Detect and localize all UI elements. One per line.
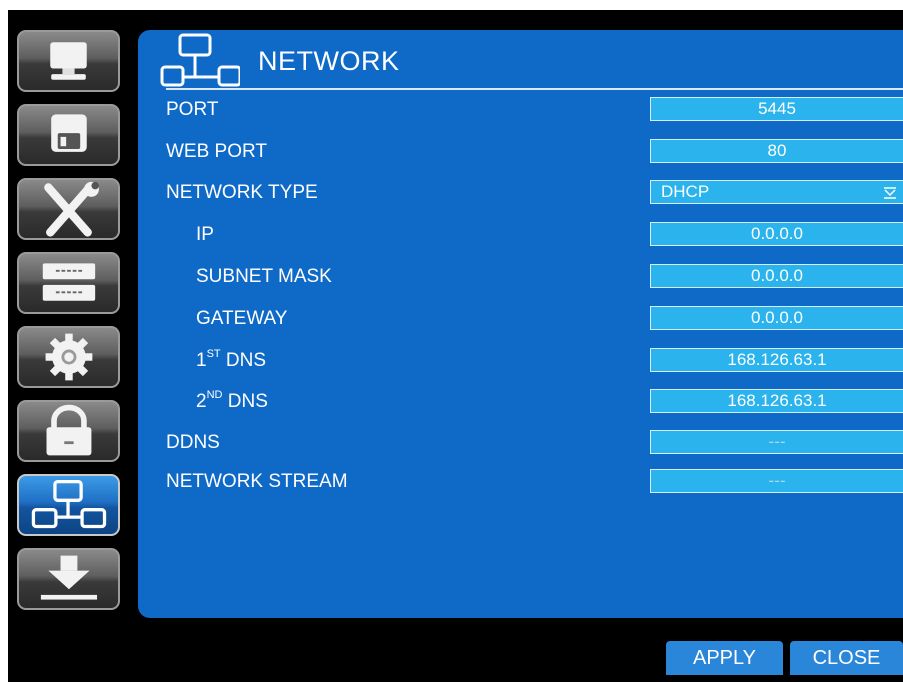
sidebar-item-backup[interactable] — [17, 548, 120, 610]
sidebar-item-security[interactable] — [17, 400, 120, 462]
tools-icon — [44, 181, 99, 237]
monitor-icon — [50, 42, 87, 80]
ip-field[interactable]: 0.0.0.0 — [650, 222, 903, 246]
sidebar-item-network[interactable] — [17, 474, 120, 536]
dns2-label: 2ND DNS — [196, 389, 268, 412]
apply-button[interactable]: APPLY — [666, 641, 783, 675]
network-type-label: NETWORK TYPE — [166, 182, 318, 203]
dns2-field[interactable]: 168.126.63.1 — [650, 389, 903, 413]
lock-icon — [46, 404, 92, 456]
subnet-mask-label: SUBNET MASK — [196, 266, 332, 287]
network-type-select[interactable]: DHCP — [650, 180, 903, 204]
close-button[interactable]: CLOSE — [790, 641, 903, 675]
sidebar-item-system[interactable] — [17, 326, 120, 388]
web-port-label: WEB PORT — [166, 141, 267, 162]
subnet-mask-field[interactable]: 0.0.0.0 — [650, 264, 903, 288]
network-settings-panel: NETWORK PORT 5445 WEB PORT 80 NETWORK TY… — [138, 30, 903, 618]
network-icon — [160, 33, 240, 87]
web-port-field[interactable]: 80 — [650, 139, 903, 163]
ddns-field[interactable]: --- — [650, 430, 903, 454]
port-field[interactable]: 5445 — [650, 97, 903, 121]
sidebar-item-devices[interactable] — [17, 178, 120, 240]
network-icon — [31, 479, 107, 529]
network-stream-field[interactable]: --- — [650, 469, 903, 493]
sidebar-item-storage[interactable] — [17, 252, 120, 314]
sidebar-item-record[interactable] — [17, 104, 120, 166]
sidebar-item-display[interactable] — [17, 30, 120, 92]
port-label: PORT — [166, 99, 219, 120]
network-type-value: DHCP — [661, 182, 710, 201]
dropdown-arrow-icon[interactable] — [883, 187, 897, 199]
page-title: NETWORK — [258, 46, 400, 76]
dns1-field[interactable]: 168.126.63.1 — [650, 348, 903, 372]
floppy-disk-icon — [51, 114, 87, 152]
gear-icon — [45, 333, 93, 381]
title-divider — [166, 88, 903, 90]
download-icon — [40, 555, 98, 600]
hard-drive-icon — [42, 263, 96, 301]
network-stream-label: NETWORK STREAM — [166, 471, 348, 492]
gateway-label: GATEWAY — [196, 308, 288, 329]
dns1-label: 1ST DNS — [196, 348, 267, 371]
ddns-label: DDNS — [166, 432, 220, 453]
ip-label: IP — [196, 224, 214, 245]
gateway-field[interactable]: 0.0.0.0 — [650, 306, 903, 330]
